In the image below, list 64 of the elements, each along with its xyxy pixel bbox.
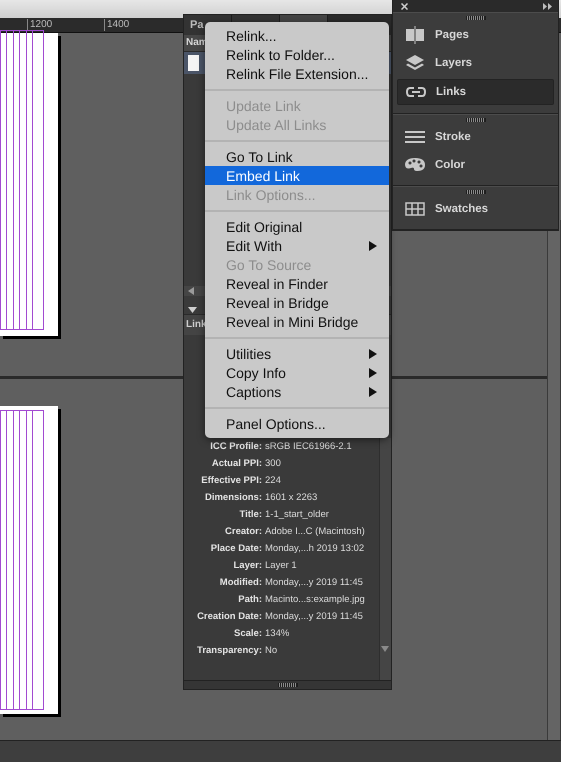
panel-button[interactable]: Layers (397, 51, 554, 75)
field-value: Monday,...y 2019 11:45 (265, 576, 364, 590)
field-label: Place Date: (210, 542, 262, 556)
grip-icon (466, 190, 486, 194)
field-label: Actual PPI: (210, 457, 262, 471)
ruler-label: 1400 (104, 19, 130, 31)
field-label: Effective PPI: (200, 474, 262, 488)
scroll-left-icon (188, 287, 194, 295)
swatches-icon (405, 202, 425, 216)
field-value: 300 (265, 457, 282, 471)
field-value: Monday,...h 2019 13:02 (265, 542, 366, 556)
scroll-down-icon (381, 646, 389, 652)
disclosure-icon (188, 307, 197, 313)
grip-icon (466, 16, 486, 20)
field-label: Layer: (232, 559, 262, 573)
field-value: 1601 x 2263 (265, 491, 318, 505)
menu-item[interactable]: Utilities (205, 344, 389, 363)
field-value: Layer 1 (265, 559, 298, 573)
layers-icon (406, 55, 424, 70)
scroll-bar[interactable] (379, 438, 391, 680)
field-value: No (265, 644, 278, 658)
panel-button[interactable]: Color (397, 153, 554, 177)
stroke-icon (405, 131, 425, 143)
field-label: Dimensions: (204, 491, 262, 505)
scroll-bar[interactable] (547, 220, 561, 740)
close-icon (401, 2, 408, 10)
field-value: Monday,...y 2019 11:45 (265, 610, 364, 624)
field-label: Creation Date: (196, 610, 262, 624)
menu-item[interactable]: Copy Info (205, 363, 389, 382)
field-value: 134% (265, 627, 290, 641)
menu-item[interactable]: Relink File Extension... (205, 64, 389, 83)
field-value: sRGB IEC61966-2.1 (265, 440, 353, 454)
pages-icon (406, 26, 424, 44)
field-label: Modified: (218, 576, 262, 590)
field-label: Transparency: (196, 644, 262, 658)
field-label: Title: (238, 508, 262, 522)
menu-item[interactable]: Edit Original (205, 217, 389, 236)
field-label: ICC Profile: (209, 440, 262, 454)
menu-item[interactable]: Captions (205, 382, 389, 401)
panel-button[interactable]: Pages (397, 23, 554, 47)
palette-icon (405, 158, 425, 171)
panel-button[interactable]: Links (397, 79, 554, 105)
field-value: 224 (265, 474, 282, 488)
field-label: Path: (237, 593, 262, 607)
menu-item[interactable]: Edit With (205, 236, 389, 255)
field-label: Creator: (224, 525, 262, 539)
menu-item[interactable]: Reveal in Finder (205, 274, 389, 293)
panel-button[interactable]: Stroke (397, 125, 554, 149)
link-icon (406, 87, 426, 97)
ruler-label: 1200 (27, 19, 52, 31)
field-value: Macinto...s:example.jpg (265, 593, 366, 607)
menu-item[interactable]: Panel Options... (205, 414, 389, 433)
menu-item[interactable]: Embed Link (205, 166, 389, 185)
menu-item[interactable]: Go To Link (205, 147, 389, 166)
thumbnail-icon (188, 55, 199, 71)
submenu-arrow-icon (369, 240, 377, 250)
panel-button[interactable]: Swatches (397, 197, 554, 221)
field-label: Scale: (233, 627, 262, 641)
expand-icon (543, 2, 552, 10)
field-value: Adobe I...C (Macintosh) (265, 525, 366, 539)
menu-item[interactable]: Reveal in Mini Bridge (205, 312, 389, 331)
grip-icon (466, 118, 486, 122)
field-value: 1-1_start_older (265, 508, 330, 522)
menu-item[interactable]: Reveal in Bridge (205, 293, 389, 312)
